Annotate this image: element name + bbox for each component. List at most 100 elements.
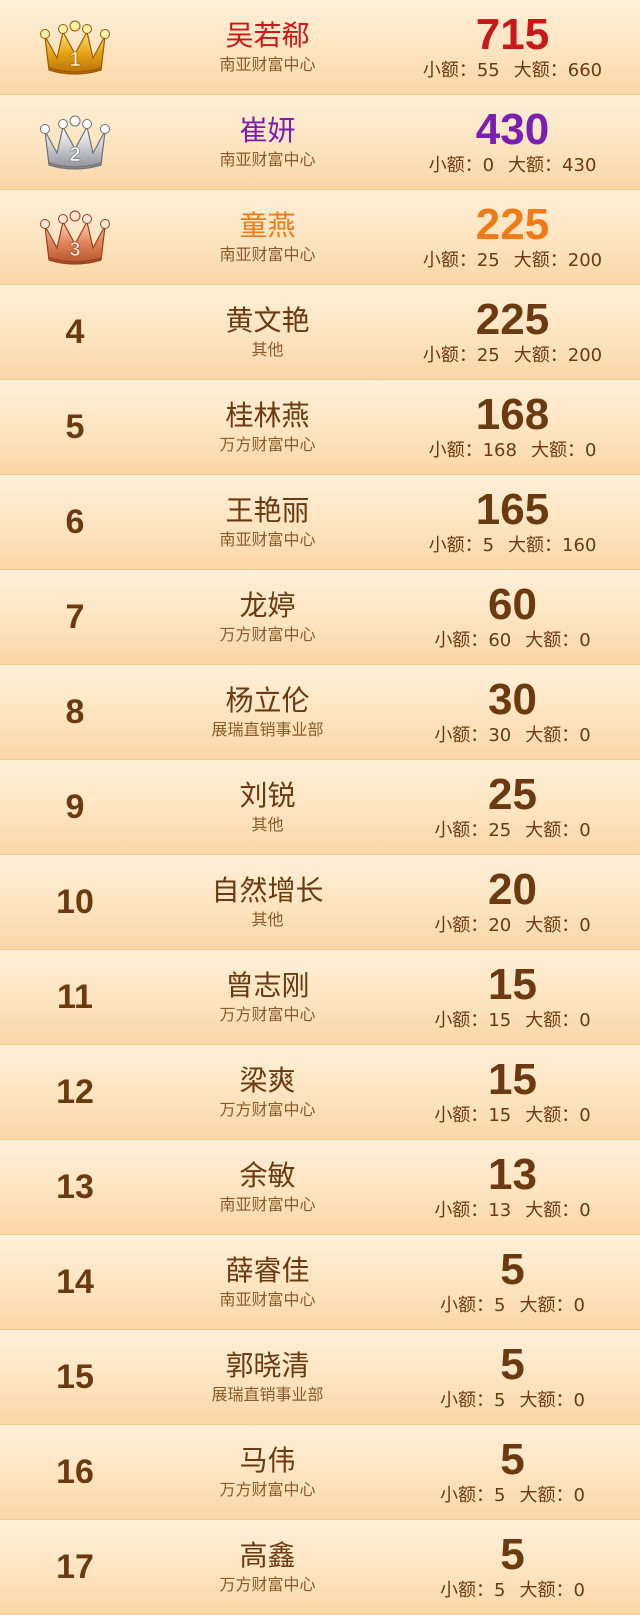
small-amount-value: 5 [494, 1485, 506, 1506]
person-name: 王艳丽 [225, 494, 310, 527]
big-amount-value: 0 [579, 1105, 591, 1126]
amount-breakdown: 小额：20 大额：0 [434, 914, 590, 938]
person-name: 刘锐 [239, 779, 296, 812]
person-name: 曾志刚 [225, 969, 310, 1002]
person-info: 余敏 南亚财富中心 [185, 1140, 350, 1234]
department-label: 南亚财富中心 [219, 150, 316, 169]
small-amount-value: 13 [488, 1200, 512, 1221]
person-info: 黄文艳 其他 [185, 285, 350, 379]
small-amount-value: 5 [482, 535, 495, 556]
big-amount-label: 大额： [525, 820, 580, 841]
department-label: 其他 [251, 340, 284, 359]
score-cell: 715 小额：55 大额：660 [395, 0, 630, 94]
person-name: 黄文艳 [225, 304, 310, 337]
big-amount-label: 大额： [519, 1580, 574, 1601]
person-name: 童燕 [239, 209, 296, 242]
big-amount-value: 0 [573, 1580, 585, 1601]
department-label: 南亚财富中心 [219, 55, 316, 74]
score-cell: 20 小额：20 大额：0 [395, 855, 630, 949]
big-amount-value: 0 [573, 1390, 585, 1411]
big-amount-label: 大额： [513, 250, 568, 271]
small-amount-value: 5 [494, 1580, 506, 1601]
rank-cell: 16 [0, 1425, 150, 1519]
score-cell: 5 小额：5 大额：0 [395, 1425, 630, 1519]
big-amount-label: 大额： [513, 345, 568, 366]
department-label: 万方财富中心 [219, 1005, 316, 1024]
small-amount-label: 小额： [434, 820, 489, 841]
total-amount: 168 [475, 390, 550, 439]
total-amount: 430 [475, 105, 550, 154]
score-cell: 430 小额：0 大额：430 [395, 95, 630, 189]
ranking-row: 8 杨立伦展瑞直销事业部 30 小额：30 大额：0 [0, 665, 640, 760]
amount-breakdown: 小额：60 大额：0 [434, 629, 590, 653]
ranking-row: 10 自然增长 其他 20 小额：20 大额：0 [0, 855, 640, 950]
department-label: 万方财富中心 [219, 1575, 316, 1594]
small-amount-label: 小额： [440, 1485, 495, 1506]
department-label: 南亚财富中心 [219, 1290, 316, 1309]
big-amount-value: 0 [573, 1485, 585, 1506]
big-amount-label: 大额： [525, 630, 580, 651]
score-cell: 30 小额：30 大额：0 [395, 665, 630, 759]
small-amount-value: 60 [488, 630, 512, 651]
rank-number: 9 [65, 787, 85, 826]
svg-text:3: 3 [69, 239, 80, 261]
total-amount: 5 [500, 1245, 525, 1294]
department-label: 万方财富中心 [219, 625, 316, 644]
small-amount-label: 小额： [428, 535, 483, 556]
small-amount-label: 小额： [422, 250, 477, 271]
small-amount-label: 小额： [434, 1105, 489, 1126]
rank-cell: 5 [0, 380, 150, 474]
department-label: 其他 [251, 815, 284, 834]
big-amount-value: 160 [562, 535, 597, 556]
total-amount: 15 [488, 960, 537, 1009]
amount-breakdown: 小额：15 大额：0 [434, 1104, 590, 1128]
person-info: 梁爽 万方财富中心 [185, 1045, 350, 1139]
person-name: 杨立伦 [225, 684, 310, 717]
score-cell: 25 小额：25 大额：0 [395, 760, 630, 854]
ranking-row: 14 薛睿佳 南亚财富中心 5 小额：5 大额：0 [0, 1235, 640, 1330]
rank-cell: 12 [0, 1045, 150, 1139]
bronze-crown-icon: 3 [39, 204, 111, 270]
ranking-list: 1 吴若郗 南亚财富中心 715 小额：55 大额：660 2 崔妍 南亚财富中心 430 小… [0, 0, 640, 1615]
rank-cell: 9 [0, 760, 150, 854]
total-amount: 715 [475, 10, 550, 59]
svg-text:2: 2 [69, 144, 80, 166]
department-label: 展瑞直销事业部 [211, 720, 324, 739]
total-amount: 30 [488, 675, 537, 724]
person-info: 刘锐 其他 [185, 760, 350, 854]
small-amount-value: 5 [494, 1390, 506, 1411]
small-amount-label: 小额： [440, 1295, 495, 1316]
ranking-row: 4 黄文艳 其他 225 小额：25 大额：200 [0, 285, 640, 380]
rank-cell: 7 [0, 570, 150, 664]
person-info: 高鑫 万方财富中心 [185, 1520, 350, 1614]
person-info: 薛睿佳 南亚财富中心 [185, 1235, 350, 1329]
total-amount: 5 [500, 1435, 525, 1484]
big-amount-value: 200 [567, 345, 603, 366]
department-label: 万方财富中心 [219, 1480, 316, 1499]
small-amount-label: 小额： [434, 630, 489, 651]
person-name: 桂林燕 [225, 399, 310, 432]
ranking-row: 5 桂林燕 万方财富中心 168 小额：168 大额：0 [0, 380, 640, 475]
ranking-row: 15 郭晓清 展瑞直销事业部 5 小额：5 大额：0 [0, 1330, 640, 1425]
person-name: 郭晓清 [225, 1349, 310, 1382]
small-amount-label: 小额： [440, 1580, 495, 1601]
amount-breakdown: 小额：25 大额：200 [423, 344, 602, 368]
rank-number: 4 [65, 312, 85, 351]
big-amount-label: 大额： [508, 155, 563, 176]
big-amount-value: 0 [579, 1200, 591, 1221]
small-amount-label: 小额： [434, 1200, 489, 1221]
rank-number: 8 [65, 692, 85, 731]
ranking-row: 1 吴若郗 南亚财富中心 715 小额：55 大额：660 [0, 0, 640, 95]
rank-cell: 2 [0, 95, 150, 189]
rank-cell: 11 [0, 950, 150, 1044]
big-amount-label: 大额： [525, 1010, 580, 1031]
person-name: 薛睿佳 [225, 1254, 310, 1287]
ranking-row: 2 崔妍 南亚财富中心 430 小额：0 大额：430 [0, 95, 640, 190]
small-amount-label: 小额： [434, 725, 489, 746]
big-amount-label: 大额： [519, 1390, 574, 1411]
amount-breakdown: 小额：55 大额：660 [423, 59, 602, 83]
small-amount-value: 15 [488, 1105, 512, 1126]
person-name: 梁爽 [239, 1064, 296, 1097]
person-info: 桂林燕 万方财富中心 [185, 380, 350, 474]
score-cell: 13 小额：13 大额：0 [395, 1140, 630, 1234]
